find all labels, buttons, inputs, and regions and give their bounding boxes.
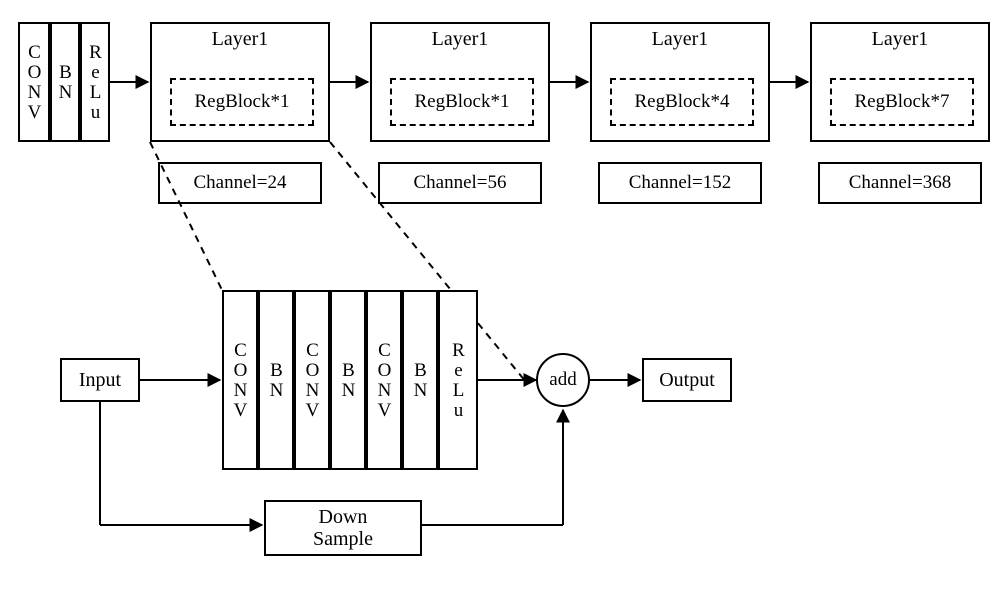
layer-channel-0: Channel=24 — [158, 162, 322, 204]
detail-seq-6-label: ReLu — [447, 340, 469, 420]
layer-box-2: Layer1 RegBlock*4 — [590, 22, 770, 142]
layer-title-2: Layer1 — [592, 28, 768, 51]
stem-relu-label: ReLu — [84, 42, 106, 122]
stem-bn-box: BN — [50, 22, 80, 142]
detail-seq-3-label: BN — [337, 360, 359, 400]
stem-relu-box: ReLu — [80, 22, 110, 142]
detail-seq-3: BN — [330, 290, 366, 470]
layer-channel-1: Channel=56 — [378, 162, 542, 204]
stem-conv-label: CONV — [23, 42, 45, 122]
detail-seq-0: CONV — [222, 290, 258, 470]
detail-seq-4: CONV — [366, 290, 402, 470]
detail-output-box: Output — [642, 358, 732, 402]
detail-seq-1-label: BN — [265, 360, 287, 400]
layer-channel-2: Channel=152 — [598, 162, 762, 204]
layer-box-3: Layer1 RegBlock*7 — [810, 22, 990, 142]
detail-input-label: Input — [79, 369, 121, 392]
detail-seq-5: BN — [402, 290, 438, 470]
layer-reg-2: RegBlock*4 — [610, 78, 754, 126]
detail-seq-2-label: CONV — [301, 340, 323, 420]
stem-bn-label: BN — [54, 62, 76, 102]
layer-box-1: Layer1 RegBlock*1 — [370, 22, 550, 142]
detail-downsample-label: Down Sample — [313, 506, 373, 550]
detail-add-circle: add — [536, 353, 590, 407]
layer-title-3: Layer1 — [812, 28, 988, 51]
detail-add-label: add — [549, 369, 576, 391]
detail-output-label: Output — [659, 369, 715, 392]
layer-title-1: Layer1 — [372, 28, 548, 51]
detail-seq-0-label: CONV — [229, 340, 251, 420]
detail-seq-2: CONV — [294, 290, 330, 470]
layer-reg-3: RegBlock*7 — [830, 78, 974, 126]
detail-seq-6: ReLu — [438, 290, 478, 470]
detail-seq-4-label: CONV — [373, 340, 395, 420]
layer-reg-1: RegBlock*1 — [390, 78, 534, 126]
detail-input-box: Input — [60, 358, 140, 402]
detail-seq-5-label: BN — [409, 360, 431, 400]
stem-conv-box: CONV — [18, 22, 50, 142]
layer-box-0: Layer1 RegBlock*1 — [150, 22, 330, 142]
layer-reg-0: RegBlock*1 — [170, 78, 314, 126]
detail-seq-1: BN — [258, 290, 294, 470]
layer-title-0: Layer1 — [152, 28, 328, 51]
layer-channel-3: Channel=368 — [818, 162, 982, 204]
detail-downsample-box: Down Sample — [264, 500, 422, 556]
